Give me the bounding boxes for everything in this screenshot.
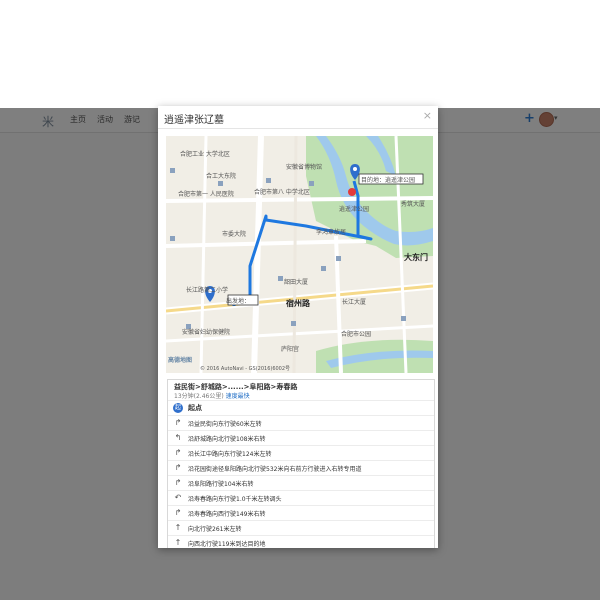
map-label-hfut: 合肥工业 大学北区 bbox=[180, 150, 230, 158]
map-label-dadongmen: 大东门 bbox=[404, 252, 428, 262]
start-icon: 起 bbox=[173, 403, 183, 413]
step-text: 沿舒城路向北行驶108米右转 bbox=[188, 436, 266, 443]
route-step: ↱ 沿益民街向东行驶60米左转 bbox=[168, 415, 434, 431]
route-duration: 13分钟(2.46公里) bbox=[174, 393, 224, 400]
turn-right-icon: ↱ bbox=[174, 463, 182, 472]
map-label-hefei-no1: 合肥市第一 人民医院 bbox=[178, 190, 234, 198]
map-label-hfut-east: 合工大东院 bbox=[206, 172, 236, 180]
u-turn-icon: ↶ bbox=[174, 493, 182, 502]
origin-label: 出发地： bbox=[226, 297, 250, 305]
poi-icon bbox=[321, 266, 326, 271]
step-text: 沿阜阳路行驶104米右转 bbox=[188, 481, 254, 488]
poi-icon bbox=[401, 316, 406, 321]
turn-right-icon: ↱ bbox=[174, 478, 182, 487]
step-text: 沿益民街向东行驶60米左转 bbox=[188, 421, 262, 428]
road-north-south-4 bbox=[292, 136, 298, 373]
map-label-xiaoyaojin: 逍遥津公园 bbox=[339, 205, 369, 213]
map-label-hefei-park: 合肥市公园 bbox=[341, 330, 371, 338]
route-step: ↑ 向北行驶261米左转 bbox=[168, 520, 434, 536]
map-label-changjiang: 长江大厦 bbox=[342, 298, 366, 306]
turn-right-icon: ↱ bbox=[174, 508, 182, 517]
poi-icon bbox=[170, 236, 175, 241]
poi-icon bbox=[266, 178, 271, 183]
map-label-luyang: 庐阳宫 bbox=[281, 345, 299, 353]
map-brand: 高德地图 bbox=[168, 356, 192, 364]
step-text: 向西北行驶119米到达目的地 bbox=[188, 541, 266, 548]
route-step: ↱ 沿寿春路向西行驶149米右转 bbox=[168, 505, 434, 521]
poi-icon bbox=[309, 181, 314, 186]
poi-icon bbox=[218, 181, 223, 186]
map-label-suzhoulu: 宿州路 bbox=[286, 298, 311, 308]
destination-marker-dot bbox=[353, 167, 357, 171]
turn-left-icon: ↰ bbox=[174, 433, 182, 442]
route-panel: 益民街>舒城路>......>阜阳路>寿春路 13分钟(2.46公里) 速度最快… bbox=[167, 379, 435, 548]
poi-icon bbox=[336, 256, 341, 261]
poi-icon bbox=[278, 276, 283, 281]
map-label-hefei-no2: 长江路第二小学 bbox=[186, 286, 228, 294]
step-text: 沿长江中路向东行驶124米左转 bbox=[188, 451, 272, 458]
map-canvas: 合肥工业 大学北区 合工大东院 安徽省博物馆 逍遥津公园 秀筑大厦 合肥市第一 … bbox=[166, 136, 433, 373]
route-modal: 逍遥津张辽墓 × 合肥工业 大学北区 合工大东院 安徽省博物馆 逍遥津公园 秀筑… bbox=[158, 106, 438, 548]
map-copyright: © 2016 AutoNavi - GS(2016)6002号 bbox=[200, 365, 290, 372]
route-map[interactable]: 合肥工业 大学北区 合工大东院 安徽省博物馆 逍遥津公园 秀筑大厦 合肥市第一 … bbox=[166, 136, 433, 373]
route-step: ↱ 沿长江中路向东行驶124米左转 bbox=[168, 445, 434, 461]
step-text: 沿寿春路向西行驶149米右转 bbox=[188, 511, 266, 518]
map-label-ah-museum: 安徽省博物馆 bbox=[286, 163, 322, 171]
map-label-xiushui: 秀筑大厦 bbox=[401, 200, 425, 208]
turn-right-icon: ↱ bbox=[174, 418, 182, 427]
modal-title: 逍遥津张辽墓 bbox=[164, 115, 224, 126]
close-icon[interactable]: × bbox=[423, 109, 432, 122]
map-label-zhongxue: 合肥市第八 中学北区 bbox=[254, 188, 310, 196]
route-step: ↱ 沿花园街途径阜阳路向北行驶532米向右前方行驶进入右转专用道 bbox=[168, 460, 434, 476]
destination-label: 目的地：逍遥津公园 bbox=[361, 176, 415, 184]
route-meta: 13分钟(2.46公里) 速度最快 bbox=[174, 391, 250, 400]
route-step: ↶ 沿寿春路向东行驶1.0千米左转调头 bbox=[168, 490, 434, 506]
route-step: ↰ 沿舒城路向北行驶108米右转 bbox=[168, 430, 434, 446]
modal-header: 逍遥津张辽墓 × bbox=[158, 106, 438, 129]
route-fastest-link[interactable]: 速度最快 bbox=[226, 393, 250, 400]
poi-icon bbox=[170, 168, 175, 173]
straight-icon: ↑ bbox=[174, 523, 182, 532]
step-text: 沿寿春路向东行驶1.0千米左转调头 bbox=[188, 496, 282, 503]
step-text: 起点 bbox=[188, 404, 202, 412]
route-step: ↱ 沿阜阳路行驶104米右转 bbox=[168, 475, 434, 491]
turn-right-icon: ↱ bbox=[174, 448, 182, 457]
straight-icon: ↑ bbox=[174, 538, 182, 547]
map-label-lihongzhang: 李鸿章故居 bbox=[316, 228, 346, 236]
route-step: 起 起点 bbox=[168, 400, 434, 416]
poi-icon bbox=[291, 321, 296, 326]
map-label-shiwei: 市委大院 bbox=[222, 230, 246, 238]
map-label-bantang: 韶田大厦 bbox=[284, 278, 308, 286]
map-label-baoshi: 安徽省妇幼保健院 bbox=[182, 328, 230, 336]
end-point-icon bbox=[348, 188, 356, 196]
route-step: ↑ 向西北行驶119米到达目的地 bbox=[168, 535, 434, 548]
step-text: 沿花园街途径阜阳路向北行驶532米向右前方行驶进入右转专用道 bbox=[188, 466, 362, 473]
step-text: 向北行驶261米左转 bbox=[188, 526, 242, 533]
